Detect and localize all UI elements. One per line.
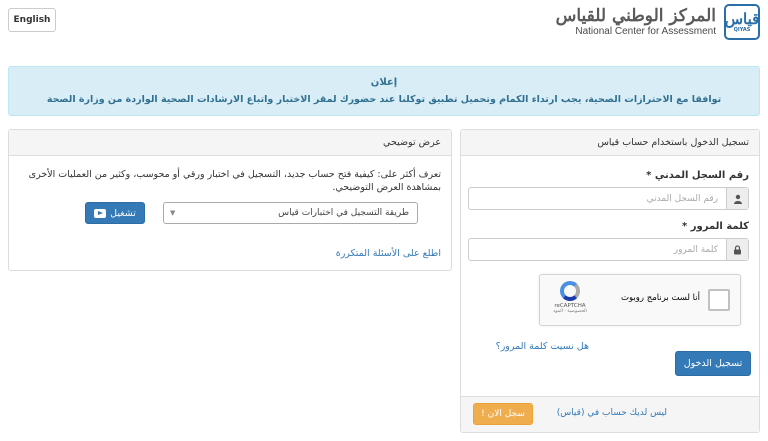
play-button[interactable]: تشغيل — [85, 202, 145, 224]
announcement-body: توافقا مع الاحترازات الصحية، يجب ارتداء … — [46, 94, 722, 105]
demo-panel-heading: عرض توضيحي — [9, 130, 451, 156]
password-input[interactable] — [469, 239, 726, 260]
civil-id-input-group — [468, 187, 749, 210]
login-button[interactable]: تسجيل الدخول — [675, 351, 751, 376]
password-label: كلمة المرور * — [682, 221, 749, 232]
recaptcha-checkbox[interactable] — [708, 289, 730, 311]
forgot-password-link[interactable]: هل نسيت كلمة المرور؟ — [496, 341, 589, 352]
demo-description: تعرف أكثر على: كيفية فتح حساب جديد، التس… — [28, 169, 441, 193]
recaptcha-terms-link[interactable]: الخصوصية - البنود — [548, 309, 592, 314]
announcement-alert: إعلان توافقا مع الاحترازات الصحية، يجب ا… — [8, 66, 760, 116]
play-button-label: تشغيل — [110, 207, 136, 219]
user-icon — [726, 188, 748, 209]
demo-video-select[interactable]: طريقة التسجيل في اختبارات قياس ▼ — [163, 202, 418, 224]
language-button[interactable]: English — [8, 8, 56, 32]
login-panel: تسجيل الدخول باستخدام حساب قياس رقم السج… — [460, 129, 760, 433]
password-input-group — [468, 238, 749, 261]
logo-english-name: National Center for Assessment — [575, 25, 716, 37]
play-icon — [94, 208, 107, 218]
login-panel-footer: ليس لديك حساب في (قياس) سجل الان ! — [461, 396, 759, 432]
login-panel-heading: تسجيل الدخول باستخدام حساب قياس — [461, 130, 759, 156]
header: English المركز الوطني للقياس National Ce… — [0, 0, 768, 46]
logo-mark-glyph: قياس — [724, 10, 760, 28]
lock-icon — [726, 239, 748, 260]
logo-text: المركز الوطني للقياس National Center for… — [556, 7, 716, 38]
recaptcha-icon — [560, 281, 580, 301]
recaptcha-logo: reCAPTCHA الخصوصية - البنود — [548, 281, 592, 314]
chevron-down-icon: ▼ — [170, 209, 176, 217]
civil-id-label: رقم السجل المدني * — [646, 170, 749, 181]
recaptcha-widget: أنا لست برنامج روبوت reCAPTCHA الخصوصية … — [539, 274, 741, 326]
qiyas-logo-icon: قياس QIYAS — [724, 4, 760, 40]
recaptcha-label: أنا لست برنامج روبوت — [621, 293, 700, 303]
logo-mark-sub: QIYAS — [733, 27, 751, 33]
civil-id-input[interactable] — [469, 188, 726, 209]
logo[interactable]: المركز الوطني للقياس National Center for… — [556, 4, 760, 40]
demo-select-value: طريقة التسجيل في اختبارات قياس — [278, 208, 409, 218]
faq-link[interactable]: اطلع على الأسئلة المتكررة — [336, 248, 441, 259]
demo-panel: عرض توضيحي تعرف أكثر على: كيفية فتح حساب… — [8, 129, 452, 271]
register-now-button[interactable]: سجل الان ! — [473, 403, 533, 425]
logo-arabic-name: المركز الوطني للقياس — [555, 5, 716, 26]
no-account-link[interactable]: ليس لديك حساب في (قياس) — [557, 408, 667, 418]
announcement-title: إعلان — [370, 77, 398, 88]
